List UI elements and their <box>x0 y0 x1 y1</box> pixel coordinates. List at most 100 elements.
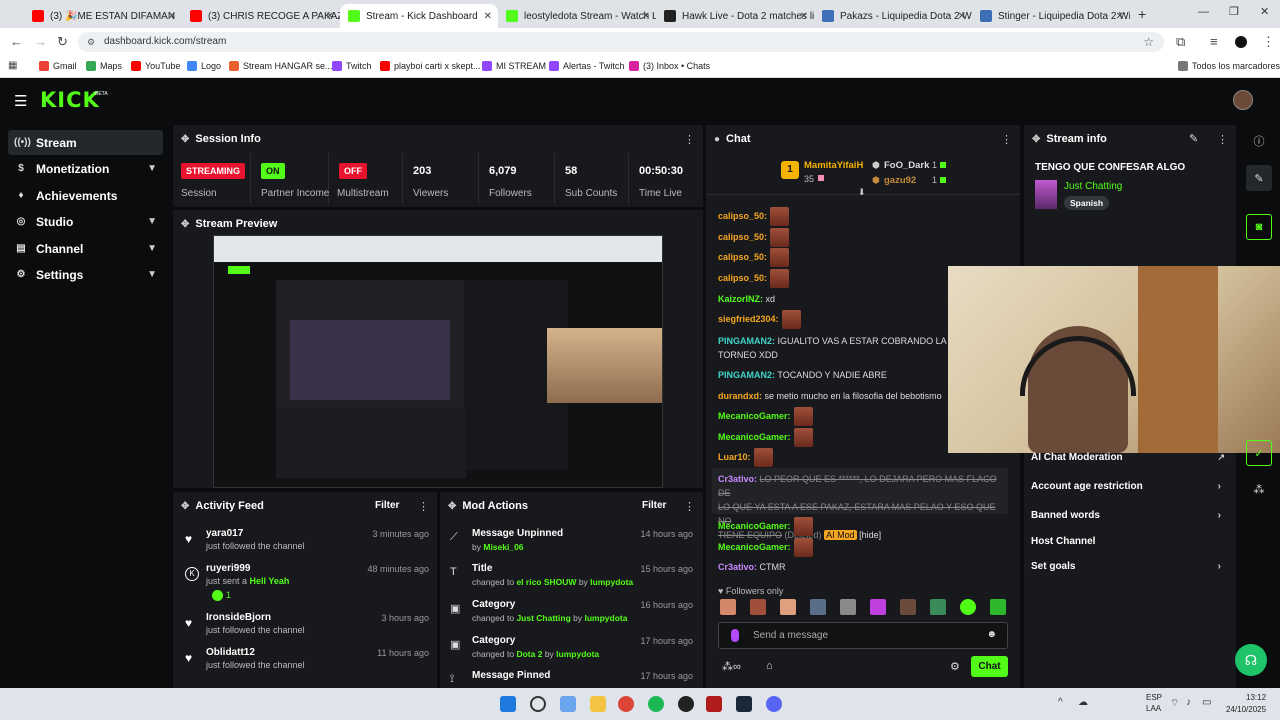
emote-3-icon[interactable] <box>780 599 796 615</box>
extensions-icon[interactable]: ⧉ <box>1176 34 1185 50</box>
status-badge[interactable]: ON <box>261 163 285 179</box>
activity-filter-button[interactable]: Filter <box>375 500 399 511</box>
bookmark-inbox[interactable]: (3) Inbox • Chats <box>629 61 710 71</box>
account-age-item[interactable]: Account age restriction › <box>1031 481 1227 492</box>
bookmark-logo[interactable]: Logo <box>187 61 221 71</box>
activity-user[interactable]: IronsideBjorn <box>206 612 271 623</box>
chat-send-button[interactable]: Chat <box>971 656 1008 677</box>
chat-username[interactable]: Cr3ativo: <box>718 562 757 572</box>
sidebar-item-channel[interactable]: ▤ Channel ▼ <box>8 236 163 261</box>
maximize-icon[interactable]: ❐ <box>1229 5 1239 18</box>
chat-username[interactable]: Luar10: <box>718 452 751 462</box>
apps-grid-icon[interactable]: ⁂ <box>1246 476 1272 502</box>
browser-menu-icon[interactable]: ⋮ <box>1262 34 1275 50</box>
mod-action-user[interactable]: lumpydota <box>590 577 633 587</box>
emote-1-icon[interactable] <box>720 599 736 615</box>
mod-action-user[interactable]: Miseki_06 <box>483 542 523 552</box>
tab-2[interactable]: (3) CHRIS RECOGE A PAKAZ ✕ <box>182 4 340 28</box>
close-tab-icon[interactable]: ✕ <box>326 11 334 22</box>
chat-username[interactable]: calipso_50: <box>718 252 767 262</box>
battery-icon[interactable]: ▭ <box>1202 697 1211 708</box>
emote-8-icon[interactable] <box>930 599 946 615</box>
emote-10-icon[interactable] <box>990 599 1006 615</box>
tray-chevron-icon[interactable]: ^ <box>1058 697 1063 708</box>
close-window-icon[interactable]: ✕ <box>1260 5 1269 18</box>
sidebar-item-stream[interactable]: ((•)) Stream <box>8 130 163 155</box>
media-control-icon[interactable]: ≡ <box>1210 34 1218 49</box>
chrome-icon[interactable] <box>618 696 634 712</box>
activity-user[interactable]: yara017 <box>206 528 243 539</box>
status-badge[interactable]: OFF <box>339 163 367 179</box>
user-avatar[interactable] <box>1233 90 1253 110</box>
stream-info-menu-icon[interactable]: ⋮ <box>1217 133 1228 146</box>
activity-user[interactable]: ruyeri999 <box>206 563 250 574</box>
tab-7[interactable]: Stinger - Liquipedia Dota 2 Wiki ✕ <box>972 4 1130 28</box>
onedrive-icon[interactable]: ☁ <box>1078 697 1088 708</box>
chat-username[interactable]: siegfried2304: <box>718 314 779 324</box>
move-handle-icon[interactable]: ✥ <box>1032 134 1040 145</box>
emote-6-icon[interactable] <box>870 599 886 615</box>
close-tab-icon[interactable]: ✕ <box>958 11 966 22</box>
mod-actions-menu-icon[interactable]: ⋮ <box>684 500 695 513</box>
close-tab-icon[interactable]: ✕ <box>800 11 808 22</box>
category-thumbnail[interactable] <box>1035 180 1057 209</box>
chat-username[interactable]: MecanicoGamer: <box>718 411 791 421</box>
bookmark-playboi[interactable]: playboi carti x skept... <box>380 61 481 71</box>
tray-lang[interactable]: ESP <box>1146 693 1162 702</box>
wifi-icon[interactable]: ⌔ <box>1170 697 1179 710</box>
tab-4[interactable]: leostyledota Stream - Watch L ✕ <box>498 4 656 28</box>
clock-time[interactable]: 13:12 <box>1246 693 1266 702</box>
tab-5[interactable]: Hawk Live - Dota 2 matches liv ✕ <box>656 4 814 28</box>
store-icon[interactable]: ⌂ <box>766 660 773 672</box>
chat-username[interactable]: MecanicoGamer: <box>718 432 791 442</box>
chat-menu-icon[interactable]: ⋮ <box>1001 133 1012 146</box>
url-field[interactable]: ⚙ dashboard.kick.com/stream ☆ <box>78 32 1164 52</box>
back-icon[interactable]: ← <box>10 34 23 49</box>
chat-username[interactable]: MecanicoGamer: <box>718 521 791 531</box>
sidebar-item-monetization[interactable]: $ Monetization ▼ <box>8 156 163 181</box>
obs-icon[interactable] <box>678 696 694 712</box>
forward-icon[interactable]: → <box>34 34 47 49</box>
windows-start-icon[interactable] <box>500 696 516 712</box>
mod-action-user[interactable]: lumpydota <box>585 613 628 623</box>
tab-1[interactable]: (3) 🎉ME ESTAN DIFAMAN ✕ <box>24 4 182 28</box>
bookmark-twitch[interactable]: Twitch <box>332 61 372 71</box>
move-handle-icon[interactable]: ✥ <box>448 501 456 512</box>
all-bookmarks[interactable]: Todos los marcadores <box>1178 61 1280 71</box>
sidebar-item-studio[interactable]: ◎ Studio ▼ <box>8 209 163 234</box>
chat-settings-gear-icon[interactable]: ⚙ <box>950 660 960 673</box>
mod-action-user[interactable]: lumpydota <box>556 649 599 659</box>
emote-4-icon[interactable] <box>810 599 826 615</box>
tab-3[interactable]: Stream - Kick Dashboard ✕ <box>340 4 498 28</box>
close-tab-icon[interactable]: ✕ <box>642 11 650 22</box>
steam-icon[interactable] <box>736 696 752 712</box>
bookmark-star-icon[interactable]: ☆ <box>1143 32 1154 52</box>
close-tab-icon[interactable]: ✕ <box>168 11 176 22</box>
collapse-arrow-icon[interactable]: ⬇ <box>858 187 866 198</box>
banned-words-item[interactable]: Banned words › <box>1031 510 1227 521</box>
chat-username[interactable]: Cr3ativo: <box>718 474 757 484</box>
hamburger-menu-icon[interactable]: ☰ <box>14 92 27 110</box>
camera-mod-icon[interactable]: ◙ <box>1246 214 1272 240</box>
top-gifter-name[interactable]: MamitaYifaiH <box>804 160 863 171</box>
gifter-3-name[interactable]: gazu92 <box>884 175 916 186</box>
bookmark-youtube[interactable]: YouTube <box>131 61 180 71</box>
host-channel-item[interactable]: Host Channel <box>1031 536 1227 547</box>
mod-filter-button[interactable]: Filter <box>642 500 666 511</box>
chat-username[interactable]: PINGAMAN2: <box>718 336 775 346</box>
chat-settings-cluster-icon[interactable]: ⁂∞ <box>722 660 741 673</box>
mic-icon[interactable] <box>731 629 739 642</box>
emote-9-icon[interactable] <box>960 599 976 615</box>
bookmark-maps[interactable]: Maps <box>86 61 122 71</box>
emote-7-icon[interactable] <box>900 599 916 615</box>
move-handle-icon[interactable]: ✥ <box>181 134 189 145</box>
search-icon[interactable] <box>530 696 546 712</box>
chat-username[interactable]: durandxd: <box>718 391 762 401</box>
close-tab-icon[interactable]: ✕ <box>1116 11 1124 22</box>
new-tab-icon[interactable]: + <box>1138 6 1146 22</box>
info-icon[interactable]: ⓘ <box>1246 128 1272 154</box>
chat-username[interactable]: calipso_50: <box>718 232 767 242</box>
close-tab-icon[interactable]: ✕ <box>484 11 492 22</box>
discord-icon[interactable] <box>766 696 782 712</box>
set-goals-item[interactable]: Set goals › <box>1031 561 1227 572</box>
